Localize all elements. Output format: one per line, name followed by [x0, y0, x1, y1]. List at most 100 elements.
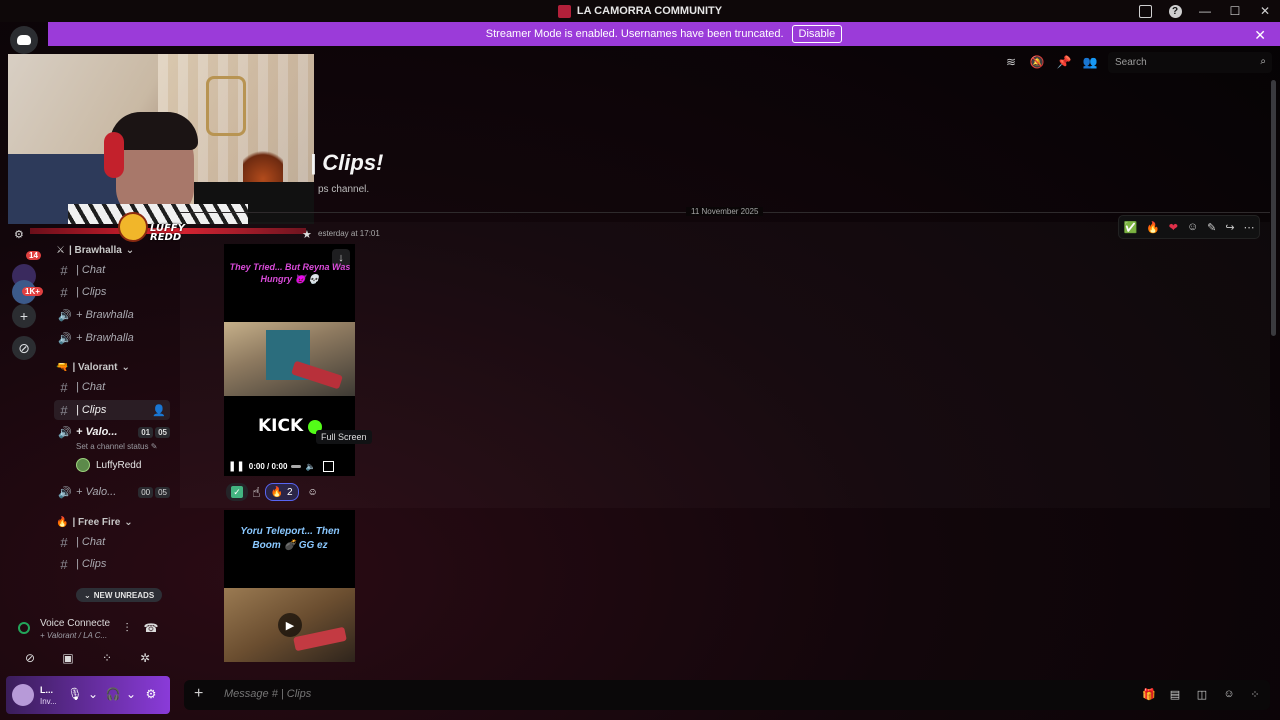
- chevron-down-icon[interactable]: ⌄: [86, 686, 100, 702]
- channel-status[interactable]: Set a channel status ✎: [76, 442, 157, 451]
- scrollbar[interactable]: [1271, 80, 1276, 336]
- gift-icon[interactable]: 🎁: [1142, 687, 1156, 701]
- luffy-logo: [118, 212, 148, 242]
- title-bar: LA CAMORRA COMMUNITY ? — ☐ ✕: [0, 0, 1280, 22]
- forward-icon[interactable]: ↪: [1225, 221, 1234, 234]
- chevron-down-icon[interactable]: ⌄: [124, 686, 138, 702]
- inbox-icon: [1138, 4, 1152, 18]
- voice-channel-valorant-2[interactable]: 🔊 + Valo... 00 05: [54, 482, 170, 502]
- fullscreen-icon[interactable]: [323, 460, 335, 472]
- category-valorant[interactable]: 🔫 | Valorant ⌄: [56, 362, 130, 373]
- video-time: 0:00 / 0:00: [248, 461, 288, 471]
- new-unreads-button[interactable]: ⌄ NEW UNREADS: [76, 588, 163, 602]
- speaker-icon: 🔊: [58, 426, 72, 439]
- mute-icon[interactable]: 🔕: [1030, 55, 1045, 69]
- react-heart-icon[interactable]: ❤: [1169, 221, 1178, 234]
- add-member-icon[interactable]: 👤: [152, 404, 166, 417]
- video-caption: They Tried... But Reyna Was Hungry 👿 💀: [229, 262, 351, 284]
- message-input[interactable]: [224, 688, 724, 700]
- window-title: LA CAMORRA COMMUNITY: [557, 4, 723, 18]
- voice-activity-icon[interactable]: ⫶: [119, 620, 135, 636]
- activities-icon[interactable]: ⁘: [99, 650, 115, 666]
- voice-channel-brawhalla-1[interactable]: 🔊 + Brawhalla: [54, 305, 170, 325]
- discord-icon: [17, 35, 31, 45]
- streamer-mode-text: Streamer Mode is enabled. Usernames have…: [485, 28, 784, 40]
- chevron-down-icon: ⌄: [125, 245, 135, 256]
- window-title-text: LA CAMORRA COMMUNITY: [576, 5, 723, 17]
- category-brawhalla[interactable]: ⚔ | Brawhalla ⌄: [56, 245, 134, 256]
- channel-clips-free-fire[interactable]: # | Clips: [54, 554, 170, 574]
- pause-icon[interactable]: ❚❚: [228, 461, 245, 472]
- pin-icon[interactable]: 📌: [1057, 55, 1072, 69]
- user-settings-icon[interactable]: ⚙: [144, 686, 158, 702]
- webcam-overlay: [8, 54, 314, 224]
- voice-connected-title[interactable]: Voice Connecte: [40, 618, 110, 629]
- sticker-icon[interactable]: ◫: [1195, 687, 1209, 701]
- hand-cursor-icon: ☝: [252, 483, 261, 500]
- settings-icon[interactable]: ⚙: [14, 228, 24, 241]
- speaker-icon: 🔊: [58, 332, 72, 345]
- channel-list: ⚔ | Brawhalla ⌄ # | Chat # | Clips 🔊 + Braw…: [50, 244, 174, 614]
- help-button[interactable]: ?: [1160, 0, 1190, 22]
- channel-clips-valorant[interactable]: # | Clips 👤: [54, 400, 170, 420]
- help-icon: ?: [1168, 4, 1182, 18]
- volume-icon[interactable]: 🔈: [305, 462, 315, 471]
- more-icon[interactable]: ⋯: [1243, 221, 1254, 234]
- message-actions-bar: ✅ 🔥 ❤ ☺ ✎ ↪ ⋯: [1118, 215, 1260, 239]
- channel-chat-valorant[interactable]: # | Chat: [54, 377, 170, 397]
- voice-channel-valorant-1[interactable]: 🔊 + Valo... 01 05: [54, 422, 170, 442]
- threads-icon[interactable]: ≋: [1004, 55, 1018, 69]
- minimize-button[interactable]: —: [1190, 0, 1220, 22]
- emoji-icon[interactable]: ☺: [1222, 687, 1236, 701]
- screen-share-icon[interactable]: ▣: [60, 650, 76, 666]
- camera-off-icon[interactable]: ⊘: [22, 650, 38, 666]
- voice-connected-channel[interactable]: + Valorant / LA C...: [40, 631, 107, 640]
- react-check-icon[interactable]: ✅: [1123, 221, 1137, 234]
- welcome-subtitle: ps channel.: [318, 184, 370, 195]
- channel-chat-brawhalla[interactable]: # | Chat: [54, 260, 170, 280]
- disconnect-icon[interactable]: ☎: [143, 620, 159, 636]
- microphone-icon[interactable]: 🎙: [67, 686, 82, 702]
- channel-clips-brawhalla[interactable]: # | Clips: [54, 282, 170, 302]
- headphones-icon[interactable]: 🎧: [106, 686, 121, 702]
- discover-button[interactable]: ⊘: [12, 336, 36, 360]
- user-avatar[interactable]: [12, 684, 34, 706]
- attach-plus-icon[interactable]: +: [194, 685, 203, 703]
- edit-icon[interactable]: ✎: [1207, 221, 1216, 234]
- voice-channel-brawhalla-2[interactable]: 🔊 + Brawhalla: [54, 328, 170, 348]
- play-icon[interactable]: ▶: [278, 613, 302, 637]
- close-window-button[interactable]: ✕: [1250, 0, 1280, 22]
- progress-bar[interactable]: [291, 464, 302, 468]
- category-free-fire[interactable]: 🔥 | Free Fire ⌄: [56, 517, 133, 528]
- members-icon[interactable]: 👥: [1083, 55, 1098, 69]
- video-embed-2[interactable]: Yoru Teleport... Then Boom 💣 GG ez ▶: [224, 510, 355, 662]
- home-button[interactable]: [10, 26, 38, 54]
- add-reaction-button[interactable]: ☺: [303, 483, 323, 501]
- reactions-row: ✓ ☝ 🔥 2 ☺: [226, 483, 323, 501]
- channel-chat-free-fire[interactable]: # | Chat: [54, 532, 170, 552]
- gif-icon[interactable]: ▤: [1168, 687, 1182, 701]
- reaction-fire[interactable]: 🔥 2: [264, 483, 299, 501]
- video-frame: [224, 322, 355, 396]
- reaction-check[interactable]: ✓: [226, 483, 248, 501]
- kick-logo: KICK: [258, 416, 304, 436]
- pencil-icon: ✎: [150, 442, 158, 451]
- react-fire-icon[interactable]: 🔥: [1146, 221, 1160, 234]
- window-controls: ? — ☐ ✕: [1130, 0, 1280, 22]
- voice-connected-panel: Voice Connecte + Valorant / LA C... ⫶ ☎ …: [8, 614, 170, 674]
- search-input[interactable]: Search ⌕: [1108, 52, 1272, 73]
- close-banner-icon[interactable]: ✕: [1254, 27, 1266, 44]
- voice-user[interactable]: LuffyRedd: [76, 458, 141, 472]
- disable-streamer-mode-button[interactable]: Disable: [791, 25, 843, 43]
- soundboard-icon[interactable]: ✲: [137, 650, 153, 666]
- inbox-button[interactable]: [1130, 0, 1160, 22]
- hash-icon: #: [60, 284, 68, 300]
- add-reaction-icon[interactable]: ☺: [1187, 221, 1198, 233]
- maximize-button[interactable]: ☐: [1220, 0, 1250, 22]
- category-emoji: ⚔: [56, 245, 65, 256]
- speaker-icon: 🔊: [58, 309, 72, 322]
- welcome-title: | Clips!: [310, 150, 384, 175]
- message-composer: + 🎁 ▤ ◫ ☺ ⁘: [184, 680, 1270, 710]
- add-server-button[interactable]: +: [12, 304, 36, 328]
- apps-icon[interactable]: ⁘: [1248, 687, 1262, 701]
